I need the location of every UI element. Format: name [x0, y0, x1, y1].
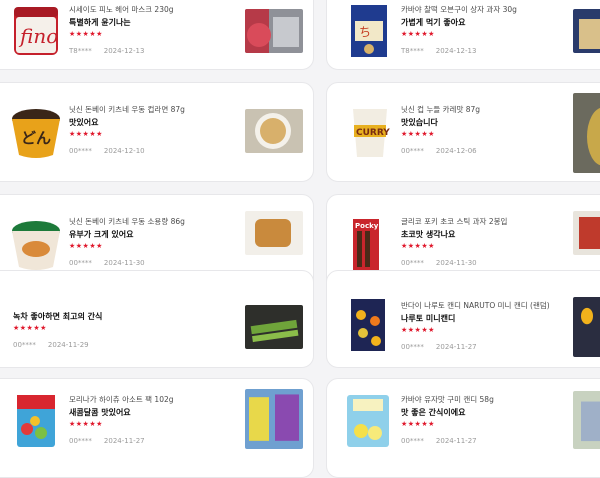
- review-card[interactable]: 녹차 좋아하면 최고의 간식 ★★★★★ 00**** 2024-11-29: [0, 270, 314, 368]
- product-title: 닛신 컵 누들 카레맛 87g: [401, 105, 481, 114]
- star-rating: ★★★★★: [69, 242, 103, 250]
- review-card[interactable]: fino 시세이도 피노 헤어 마스크 230g 특별하게 윤기나는 ★★★★★…: [0, 0, 314, 70]
- reviewer-id: 00****: [69, 259, 92, 267]
- review-date: 2024-12-13: [103, 47, 145, 55]
- product-title: 시세이도 피노 헤어 마스크 230g: [69, 5, 174, 14]
- review-photo[interactable]: [245, 305, 303, 349]
- star-rating: ★★★★★: [13, 324, 47, 332]
- product-title: 글리코 포키 초코 스틱 과자 2봉입: [401, 217, 508, 226]
- svg-text:どん: どん: [21, 129, 51, 147]
- review-text: 초코맛 생각나요: [401, 230, 456, 239]
- review-photo[interactable]: [245, 9, 303, 53]
- review-date: 2024-12-13: [435, 47, 477, 55]
- review-card[interactable]: ち 카바야 찰떡 오븐구이 상자 과자 30g 가볍게 먹기 좋아요 ★★★★★…: [326, 0, 600, 70]
- review-card[interactable]: 반다이 나루토 캔디 NARUTO 미니 캔디 (랜덤) 나루토 미니캔디 ★★…: [326, 270, 600, 368]
- review-date: 2024-11-30: [435, 259, 477, 267]
- review-date: 2024-11-29: [47, 341, 89, 349]
- reviewer-id: T8****: [69, 47, 92, 55]
- star-rating: ★★★★★: [69, 420, 103, 428]
- star-rating: ★★★★★: [401, 420, 435, 428]
- svg-text:Pocky: Pocky: [355, 222, 379, 230]
- review-text: 새콤달콤 맛있어요: [69, 408, 131, 417]
- product-title: 카바야 찰떡 오븐구이 상자 과자 30g: [401, 5, 517, 14]
- product-thumbnail-udon: どん: [12, 109, 60, 158]
- review-text: 나루토 미니캔디: [401, 314, 456, 323]
- product-title: 모리나가 하이츄 아소트 팩 102g: [69, 395, 174, 404]
- review-photo[interactable]: [245, 109, 303, 153]
- review-date: 2024-11-27: [435, 343, 477, 351]
- review-text: 특별하게 윤기나는: [69, 18, 131, 27]
- review-text: 맛 좋은 간식이에요: [401, 408, 466, 417]
- star-rating: ★★★★★: [69, 30, 103, 38]
- star-rating: ★★★★★: [69, 130, 103, 138]
- product-thumbnail-naruto: [351, 299, 385, 351]
- reviewer-id: 00****: [69, 437, 92, 445]
- review-photo[interactable]: [573, 391, 600, 449]
- review-date: 2024-12-06: [435, 147, 477, 155]
- review-text: 맛있어요: [69, 118, 99, 127]
- product-thumbnail-curry: CURRY: [353, 109, 390, 157]
- reviewer-id: 00****: [401, 343, 424, 351]
- product-thumbnail-kitsune: [12, 221, 60, 270]
- product-thumbnail-gummy: [347, 395, 389, 447]
- star-rating: ★★★★★: [401, 326, 435, 334]
- product-title: 닛신 돈베이 키츠네 우동 소용량 86g: [69, 217, 185, 226]
- svg-text:ち: ち: [359, 25, 371, 39]
- product-thumbnail-hichew: [17, 395, 55, 447]
- star-rating: ★★★★★: [401, 30, 435, 38]
- product-title: 반다이 나루토 캔디 NARUTO 미니 캔디 (랜덤): [401, 301, 550, 310]
- reviewer-id: T8****: [401, 47, 424, 55]
- reviewer-id: 00****: [13, 341, 36, 349]
- star-rating: ★★★★★: [401, 130, 435, 138]
- review-photo[interactable]: [573, 297, 600, 357]
- review-date: 2024-11-27: [103, 437, 145, 445]
- review-card[interactable]: 카바야 유자맛 구미 캔디 58g 맛 좋은 간식이에요 ★★★★★ 00***…: [326, 378, 600, 478]
- reviewer-id: 00****: [401, 437, 424, 445]
- review-date: 2024-12-10: [103, 147, 145, 155]
- product-thumbnail-pocky: Pocky: [353, 219, 379, 271]
- review-photo[interactable]: [573, 211, 600, 255]
- review-photo[interactable]: [573, 9, 600, 53]
- reviewer-id: 00****: [69, 147, 92, 155]
- review-photo[interactable]: [245, 389, 303, 449]
- review-text: 녹차 좋아하면 최고의 간식: [13, 312, 103, 321]
- product-title: 카바야 유자맛 구미 캔디 58g: [401, 395, 494, 404]
- svg-text:fino: fino: [18, 24, 58, 48]
- review-card[interactable]: CURRY 닛신 컵 누들 카레맛 87g 맛있습니다 ★★★★★ 00****…: [326, 82, 600, 182]
- product-thumbnail-snack: ち: [351, 5, 387, 57]
- product-thumbnail-fino: fino: [14, 7, 58, 55]
- svg-text:CURRY: CURRY: [356, 128, 390, 138]
- review-card[interactable]: 모리나가 하이츄 아소트 팩 102g 새콤달콤 맛있어요 ★★★★★ 00**…: [0, 378, 314, 478]
- review-date: 2024-11-30: [103, 259, 145, 267]
- reviewer-id: 00****: [401, 259, 424, 267]
- review-text: 맛있습니다: [401, 118, 438, 127]
- review-card[interactable]: どん 닛신 돈베이 키츠네 우동 컵라면 87g 맛있어요 ★★★★★ 00**…: [0, 82, 314, 182]
- review-date: 2024-11-27: [435, 437, 477, 445]
- product-title: 닛신 돈베이 키츠네 우동 컵라면 87g: [69, 105, 185, 114]
- reviewer-id: 00****: [401, 147, 424, 155]
- review-photo[interactable]: [573, 93, 600, 173]
- review-text: 유부가 크게 있어요: [69, 230, 134, 239]
- star-rating: ★★★★★: [401, 242, 435, 250]
- review-photo[interactable]: [245, 211, 303, 255]
- review-text: 가볍게 먹기 좋아요: [401, 18, 466, 27]
